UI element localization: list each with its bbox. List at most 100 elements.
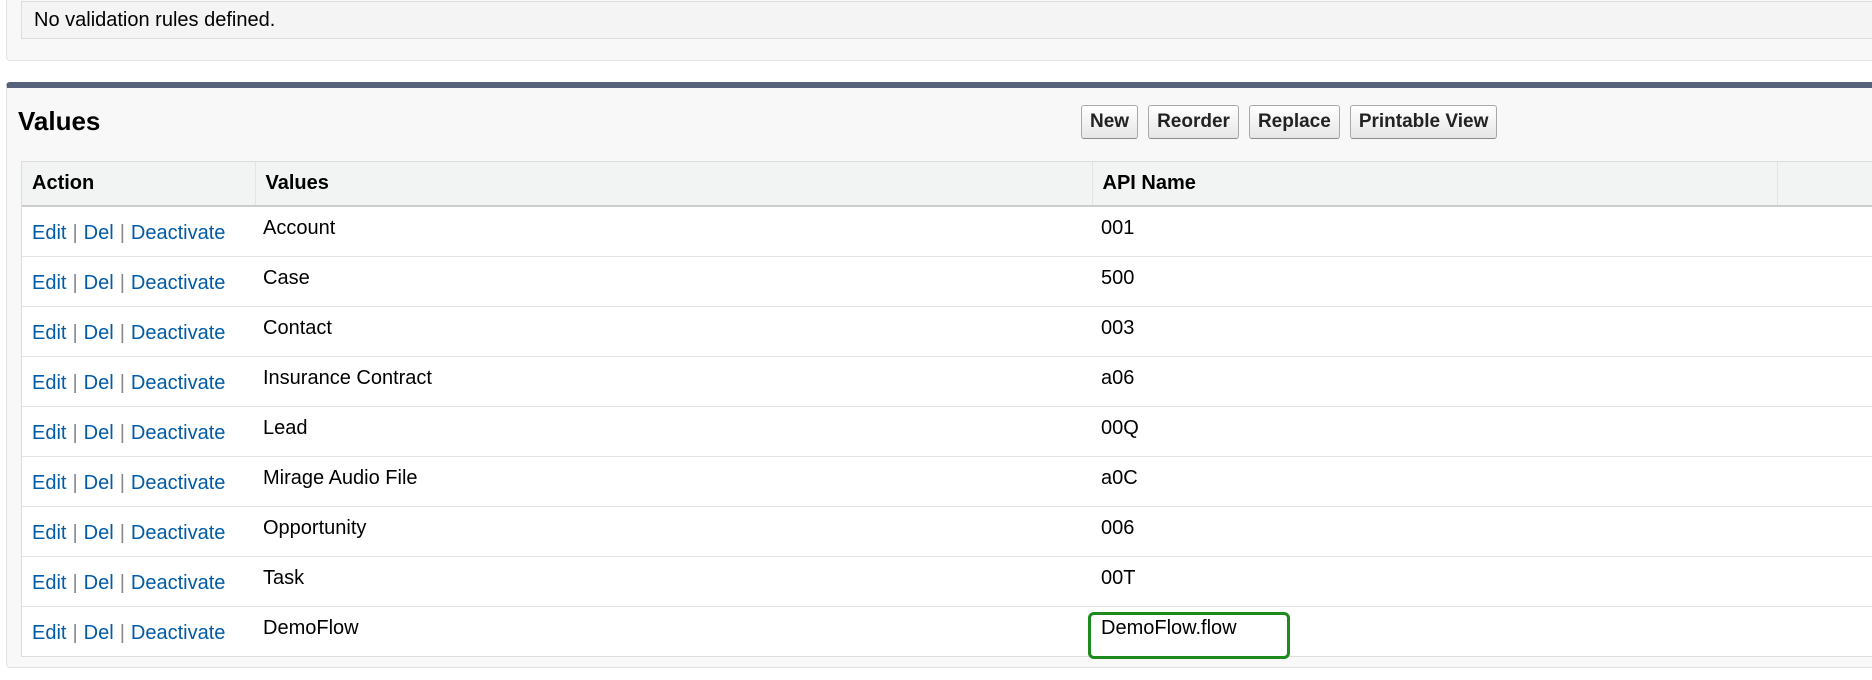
deactivate-link[interactable]: Deactivate — [131, 372, 226, 394]
extra-cell — [1777, 256, 1872, 307]
api-name-cell: DemoFlow.flow — [1101, 616, 1237, 639]
values-panel: Values New Reorder Replace Printable Vie… — [6, 82, 1872, 668]
action-cell: Edit | Del | Deactivate — [22, 556, 255, 607]
table-header-row: Action Values API Name — [22, 162, 1872, 207]
api-name-cell: 006 — [1092, 506, 1777, 557]
api-name-cell: 003 — [1092, 306, 1777, 357]
column-header-extra — [1777, 162, 1872, 207]
value-cell: Account — [255, 206, 1092, 257]
validation-rules-message: No validation rules defined. — [34, 8, 276, 31]
action-separator: | — [72, 521, 78, 544]
edit-link[interactable]: Edit — [32, 572, 66, 594]
del-link[interactable]: Del — [84, 322, 114, 344]
api-name-cell: 500 — [1092, 256, 1777, 307]
extra-cell — [1777, 406, 1872, 457]
value-cell: Lead — [255, 406, 1092, 457]
edit-link[interactable]: Edit — [32, 622, 66, 644]
edit-link[interactable]: Edit — [32, 222, 66, 244]
action-separator: | — [72, 371, 78, 394]
api-name-cell: 00Q — [1092, 406, 1777, 457]
edit-link[interactable]: Edit — [32, 322, 66, 344]
table-row: Edit | Del | Deactivate Lead 00Q — [22, 406, 1872, 457]
deactivate-link[interactable]: Deactivate — [131, 522, 226, 544]
table-row: Edit | Del | Deactivate Task 00T — [22, 556, 1872, 607]
value-cell: Insurance Contract — [255, 356, 1092, 407]
action-separator: | — [119, 371, 125, 394]
extra-cell — [1777, 306, 1872, 357]
edit-link[interactable]: Edit — [32, 472, 66, 494]
action-cell: Edit | Del | Deactivate — [22, 356, 255, 407]
table-row: Edit | Del | Deactivate Case 500 — [22, 256, 1872, 307]
extra-cell — [1777, 556, 1872, 607]
extra-cell — [1777, 206, 1872, 257]
table-row: Edit | Del | Deactivate Mirage Audio File a0C — [22, 456, 1872, 507]
action-separator: | — [119, 521, 125, 544]
table-row: Edit | Del | Deactivate Account 001 — [22, 206, 1872, 257]
deactivate-link[interactable]: Deactivate — [131, 622, 226, 644]
action-separator: | — [119, 271, 125, 294]
action-separator: | — [72, 271, 78, 294]
api-name-cell: 00T — [1092, 556, 1777, 607]
value-cell: Case — [255, 256, 1092, 307]
extra-cell — [1777, 606, 1872, 656]
action-separator: | — [119, 471, 125, 494]
extra-cell — [1777, 356, 1872, 407]
deactivate-link[interactable]: Deactivate — [131, 422, 226, 444]
action-separator: | — [119, 621, 125, 644]
deactivate-link[interactable]: Deactivate — [131, 472, 226, 494]
action-cell: Edit | Del | Deactivate — [22, 406, 255, 457]
edit-link[interactable]: Edit — [32, 372, 66, 394]
action-cell: Edit | Del | Deactivate — [22, 506, 255, 557]
table-row: Edit | Del | Deactivate DemoFlow DemoFlow.flow — [22, 606, 1872, 656]
extra-cell — [1777, 456, 1872, 507]
api-name-cell: 001 — [1092, 206, 1777, 257]
values-table-body: Edit | Del | Deactivate Account 001 Edit | Del | De… — [22, 206, 1872, 656]
value-cell: Mirage Audio File — [255, 456, 1092, 507]
del-link[interactable]: Del — [84, 222, 114, 244]
action-separator: | — [72, 321, 78, 344]
validation-rules-panel: No validation rules defined. — [6, 0, 1872, 61]
value-cell: Task — [255, 556, 1092, 607]
action-separator: | — [72, 222, 78, 244]
value-cell: DemoFlow — [263, 616, 359, 639]
deactivate-link[interactable]: Deactivate — [131, 572, 226, 594]
action-separator: | — [119, 571, 125, 594]
deactivate-link[interactable]: Deactivate — [131, 272, 226, 294]
action-separator: | — [72, 621, 78, 644]
action-cell: Edit | Del | Deactivate — [22, 306, 255, 357]
extra-cell — [1777, 506, 1872, 557]
table-row: Edit | Del | Deactivate Contact 003 — [22, 306, 1872, 357]
del-link[interactable]: Del — [84, 522, 114, 544]
edit-link[interactable]: Edit — [32, 272, 66, 294]
action-separator: | — [119, 222, 125, 244]
action-cell: Edit | Del | Deactivate — [22, 456, 255, 507]
del-link[interactable]: Del — [84, 422, 114, 444]
action-separator: | — [72, 471, 78, 494]
value-cell: Opportunity — [255, 506, 1092, 557]
del-link[interactable]: Del — [84, 272, 114, 294]
reorder-button[interactable]: Reorder — [1148, 105, 1239, 139]
edit-link[interactable]: Edit — [32, 522, 66, 544]
column-header-action: Action — [22, 162, 256, 207]
del-link[interactable]: Del — [84, 622, 114, 644]
values-section-title: Values — [18, 106, 101, 136]
column-header-values: Values — [255, 162, 1093, 207]
deactivate-link[interactable]: Deactivate — [131, 222, 226, 244]
replace-button[interactable]: Replace — [1248, 105, 1340, 139]
validation-rules-message-box: No validation rules defined. — [21, 1, 1872, 39]
action-cell: Edit | Del | Deactivate — [22, 256, 255, 307]
table-row: Edit | Del | Deactivate Opportunity 006 — [22, 506, 1872, 557]
del-link[interactable]: Del — [84, 472, 114, 494]
deactivate-link[interactable]: Deactivate — [131, 322, 226, 344]
action-separator: | — [72, 571, 78, 594]
del-link[interactable]: Del — [84, 572, 114, 594]
edit-link[interactable]: Edit — [32, 422, 66, 444]
printable-view-button[interactable]: Printable View — [1349, 105, 1498, 139]
values-table: Action Values API Name Edit | Del | Deactiva… — [22, 162, 1872, 656]
action-separator: | — [119, 421, 125, 444]
api-name-cell: a06 — [1092, 356, 1777, 407]
new-button[interactable]: New — [1081, 105, 1139, 139]
del-link[interactable]: Del — [84, 372, 114, 394]
value-cell: Contact — [255, 306, 1092, 357]
api-name-cell: a0C — [1092, 456, 1777, 507]
